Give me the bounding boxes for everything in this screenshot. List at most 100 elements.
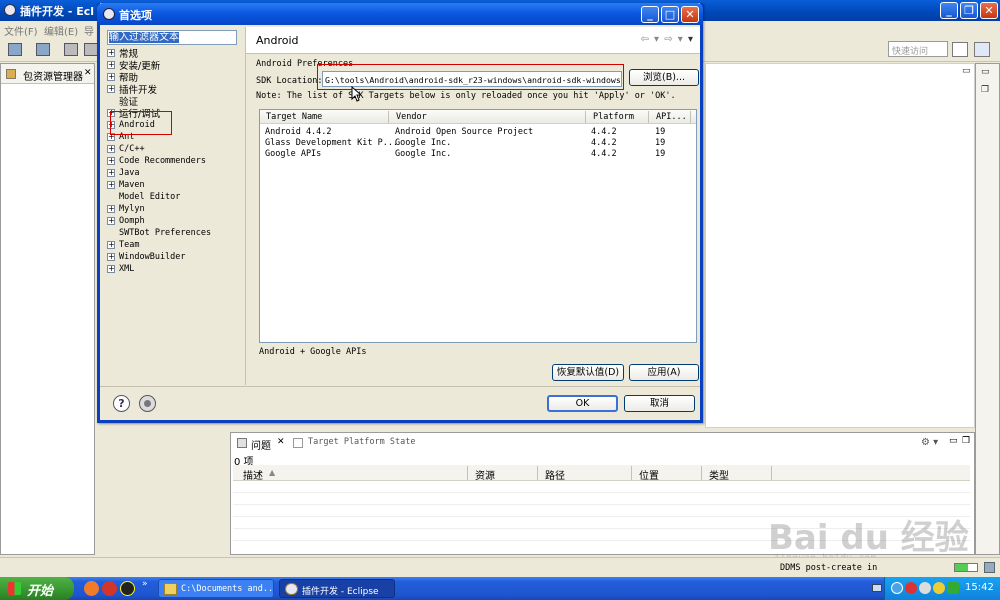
page-header: Android ⇦ ▾ ⇨ ▾ ▾ xyxy=(246,27,700,54)
tree-item-oomph[interactable]: + Oomph xyxy=(105,215,145,227)
tree-item-code-recommenders[interactable]: + Code Recommenders xyxy=(105,155,206,167)
tree-item-model-editor[interactable]: Model Editor xyxy=(105,191,180,203)
expand-icon[interactable]: + xyxy=(107,169,115,177)
qq-icon[interactable] xyxy=(120,581,135,596)
expand-icon[interactable]: + xyxy=(107,265,115,273)
taskbar-item-eclipse[interactable]: 插件开发 - Eclipse xyxy=(279,579,395,598)
tree-item-maven[interactable]: + Maven xyxy=(105,179,145,191)
expand-icon[interactable]: + xyxy=(107,73,115,81)
open-perspective-icon[interactable] xyxy=(952,42,968,57)
close-icon[interactable]: ✕ xyxy=(980,2,998,19)
dialog-minimize-icon[interactable]: _ xyxy=(641,6,659,23)
col-resource[interactable]: 资源 xyxy=(475,467,495,482)
expand-icon[interactable]: + xyxy=(107,205,115,213)
dialog-close-icon[interactable]: ✕ xyxy=(681,6,699,23)
tree-item-xml[interactable]: + XML xyxy=(105,263,134,275)
history-nav-icons[interactable]: ⇦ ▾ ⇨ ▾ ▾ xyxy=(640,34,694,45)
target-platform-tab-label[interactable]: Target Platform State xyxy=(308,437,415,447)
help-icon[interactable]: ? xyxy=(113,395,130,412)
column-separator[interactable] xyxy=(701,466,702,480)
col-description[interactable]: 描述 xyxy=(243,467,263,482)
security-icon[interactable] xyxy=(947,582,959,594)
language-bar-icon[interactable] xyxy=(872,584,882,592)
view-menu-icon[interactable]: ⚙ ▾ xyxy=(921,437,938,448)
column-separator[interactable] xyxy=(648,111,649,123)
tree-item-team[interactable]: + Team xyxy=(105,239,139,251)
close-problems-tab-icon[interactable]: ✕ xyxy=(277,437,285,447)
quicklaunch-more-icon[interactable]: » xyxy=(142,579,148,589)
menu-file[interactable]: 文件(F) xyxy=(4,23,38,38)
cancel-button[interactable]: 取消 xyxy=(624,395,695,412)
browser-icon[interactable] xyxy=(102,581,117,596)
column-separator[interactable] xyxy=(690,111,691,123)
column-separator[interactable] xyxy=(537,466,538,480)
menu-edit[interactable]: 编辑(E) xyxy=(44,23,78,38)
volume-icon[interactable] xyxy=(919,582,931,594)
print-icon[interactable] xyxy=(84,43,98,56)
tray-icon[interactable] xyxy=(891,582,903,594)
ok-button[interactable]: OK xyxy=(547,395,618,412)
expand-icon[interactable]: + xyxy=(107,217,115,225)
expand-icon[interactable]: + xyxy=(107,241,115,249)
column-separator[interactable] xyxy=(585,111,586,123)
column-separator[interactable] xyxy=(771,466,772,480)
new-dropdown-icon[interactable] xyxy=(36,43,50,56)
col-path[interactable]: 路径 xyxy=(545,467,565,482)
restore-icon[interactable]: ❐ xyxy=(960,2,978,19)
menu-navigate[interactable]: 导 xyxy=(84,23,94,38)
column-separator[interactable] xyxy=(467,466,468,480)
expand-icon[interactable]: + xyxy=(107,85,115,93)
col-vendor[interactable]: Vendor xyxy=(396,112,427,122)
apply-button[interactable]: 应用(A) xyxy=(629,364,699,381)
expand-icon[interactable]: + xyxy=(107,157,115,165)
close-tab-icon[interactable]: ✕ xyxy=(84,68,92,78)
network-icon[interactable] xyxy=(933,582,945,594)
expand-icon[interactable]: + xyxy=(107,253,115,261)
restore-view-icon[interactable]: ▭ xyxy=(981,67,990,77)
tree-item-mylyn[interactable]: + Mylyn xyxy=(105,203,145,215)
minimize-view-icon[interactable]: ▭ xyxy=(962,66,971,76)
dialog-maximize-icon[interactable]: □ xyxy=(661,6,679,23)
column-separator[interactable] xyxy=(388,111,389,123)
quick-access-input[interactable]: 快速访问 xyxy=(888,41,948,57)
expand-icon[interactable]: + xyxy=(107,181,115,189)
maximize-problems-icon[interactable]: ❐ xyxy=(962,436,970,446)
maximize-view-icon[interactable]: ❐ xyxy=(981,85,989,95)
tree-item-java[interactable]: + Java xyxy=(105,167,139,179)
tree-item-cpp[interactable]: + C/C++ xyxy=(105,143,145,155)
taskbar-item-explorer[interactable]: C:\Documents and... xyxy=(158,579,274,598)
record-icon[interactable] xyxy=(139,395,156,412)
sdk-targets-table[interactable]: Target Name Vendor Platform API... Andro… xyxy=(259,109,697,343)
targets-table-header: Target Name Vendor Platform API... xyxy=(260,110,696,124)
restore-defaults-button[interactable]: 恢复默认值(D) xyxy=(552,364,624,381)
col-target-name[interactable]: Target Name xyxy=(266,112,322,122)
col-location[interactable]: 位置 xyxy=(639,467,659,482)
problems-tab-label[interactable]: 问题 xyxy=(251,437,271,452)
eclipse-title: 插件开发 - Ecl xyxy=(20,5,95,18)
expand-icon[interactable]: + xyxy=(107,49,115,57)
tray-icon[interactable] xyxy=(905,582,917,594)
filter-input[interactable]: 输入过滤器文本 xyxy=(107,30,237,45)
sort-up-icon: ▲ xyxy=(269,468,276,477)
minimize-problems-icon[interactable]: ▭ xyxy=(949,436,958,446)
save-icon[interactable] xyxy=(64,43,78,56)
tree-page-sash[interactable] xyxy=(245,27,246,385)
column-separator[interactable] xyxy=(631,466,632,480)
col-platform[interactable]: Platform xyxy=(593,112,634,122)
firefox-icon[interactable] xyxy=(84,581,99,596)
tree-item-swtbot-preferences[interactable]: SWTBot Preferences xyxy=(105,227,211,239)
progress-icon[interactable] xyxy=(954,563,978,572)
expand-icon[interactable]: + xyxy=(107,61,115,69)
col-type[interactable]: 类型 xyxy=(709,467,729,482)
minimize-icon[interactable]: _ xyxy=(940,2,958,19)
tree-item-windowbuilder[interactable]: + WindowBuilder xyxy=(105,251,186,263)
clock[interactable]: 15:42 xyxy=(965,582,994,593)
status-icon[interactable] xyxy=(984,562,995,573)
new-icon[interactable] xyxy=(8,43,22,56)
start-button[interactable]: 开始 xyxy=(0,577,74,600)
browse-button[interactable]: 浏览(B)... xyxy=(629,69,699,86)
java-perspective-icon[interactable] xyxy=(974,42,990,57)
expand-icon[interactable]: + xyxy=(107,145,115,153)
col-api[interactable]: API... xyxy=(656,112,687,122)
package-explorer-tab[interactable]: 包资源管理器 ✕ xyxy=(1,64,94,84)
